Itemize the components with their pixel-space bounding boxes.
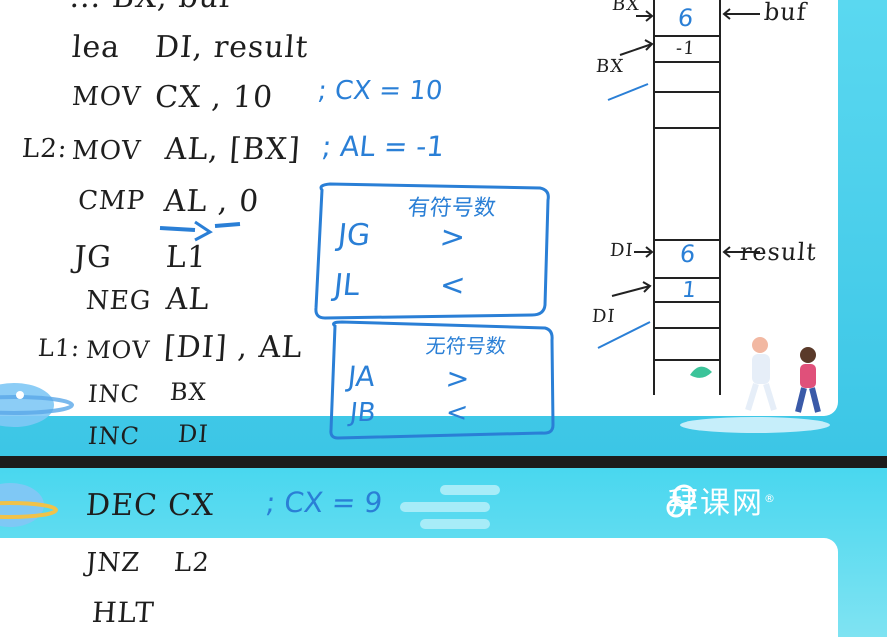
neg-args: AL [164,282,211,317]
result-value-0: 6 [678,240,697,268]
bx-label-top: BX [611,0,641,15]
unsigned-ja: JA [346,360,377,393]
l2-label: L2: [20,134,69,164]
inc1-args: BX [169,378,208,406]
jg-op: JG [72,240,114,275]
di-label-mid: DI [591,306,617,327]
l1-label: L1: [37,334,82,362]
planet-icon [0,383,74,427]
unsigned-lt: < [444,398,470,428]
cmp-args: AL , 0 [162,184,261,219]
l1-args: [DI] , AL [162,330,304,365]
unsigned-gt: > [444,362,472,395]
jg-args: L1 [164,240,209,275]
planet-icon-bottom [0,483,58,527]
signed-jl: JL [332,268,362,303]
unsigned-title: 无符号数 [424,334,508,358]
buf-value-1: -1 [675,38,697,59]
signed-lt: < [438,268,467,303]
underline-mark [159,226,196,232]
signed-title: 有符号数 [406,196,498,221]
registered-mark: ® [764,492,777,505]
lea-args: DI, result [153,30,310,65]
l2-args: AL, [BX] [163,132,302,167]
inc1-op: INC [87,380,141,408]
jnz-op: JNZ [84,548,142,578]
neg-op: NEG [84,286,153,316]
memory-diagram [653,0,721,395]
di-label-top: DI [609,240,635,261]
result-value-1: 1 [680,278,698,303]
buf-label: buf [763,0,808,26]
l2-op: MOV [70,136,143,166]
inc2-op: INC [87,422,141,450]
mov1-args: CX , 10 [153,80,275,115]
signed-gt: > [438,220,467,255]
buf-value-0: 6 [676,4,695,32]
l1-op: MOV [85,336,152,364]
code-line-buf: ... BX, buf [69,0,233,15]
dec-args: CX [166,488,216,523]
dec-comment: ; CX = 9 [264,486,384,519]
jnz-args: L2 [172,548,211,578]
mov1-comment: ; CX = 10 [316,76,444,106]
brand-name: 拜课网 [668,486,764,521]
cmp-op: CMP [76,186,147,216]
bx-label-mid: BX [595,56,625,77]
mov1-op: MOV [70,82,143,112]
kids-illustration [680,337,830,433]
brand-watermark: 拜课网® [668,478,777,522]
result-label: result [739,238,818,266]
unsigned-jb: JB [348,398,378,428]
decor-bars [400,485,500,529]
l2-comment: ; AL = -1 [320,130,447,163]
inc2-args: DI [177,420,210,448]
dec-op: DEC [84,488,160,523]
lea-op: lea [70,30,122,65]
underline-mark-2 [214,222,241,228]
greater-mark [194,220,213,242]
hlt-op: HLT [90,596,156,629]
signed-jg: JG [336,218,372,253]
